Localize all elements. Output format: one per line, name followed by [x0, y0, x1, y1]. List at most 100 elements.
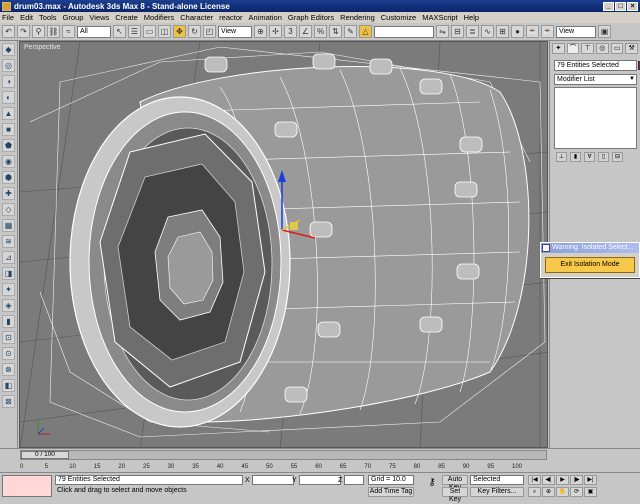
goto-end-icon[interactable]: ▶| — [584, 475, 597, 485]
select-and-rotate-icon[interactable]: ↻ — [188, 25, 201, 38]
menu-views[interactable]: Views — [89, 13, 109, 22]
auto-key-button[interactable]: Auto Key — [442, 475, 468, 491]
tool-icon-6[interactable]: ■ — [2, 123, 15, 136]
snaps-toggle-icon[interactable]: 3 — [284, 25, 297, 38]
tool-icon-3[interactable]: ◑ — [2, 75, 15, 88]
pin-stack-icon[interactable]: ⊥ — [556, 152, 567, 162]
perspective-viewport[interactable]: Perspective — [19, 41, 548, 448]
minimize-button[interactable]: _ — [603, 1, 614, 11]
key-icon[interactable]: ⚷ — [425, 477, 439, 493]
exit-isolation-mode-button[interactable]: Exit Isolation Mode — [545, 257, 635, 273]
orbit-icon[interactable]: ⟳ — [570, 487, 583, 497]
tool-icon-12[interactable]: ▦ — [2, 219, 15, 232]
window-crossing-icon[interactable]: ◫ — [158, 25, 171, 38]
menu-create[interactable]: Create — [115, 13, 138, 22]
tool-icon-14[interactable]: ⊿ — [2, 251, 15, 264]
named-selection-sets-icon[interactable]: △ — [359, 25, 372, 38]
zoom-icon[interactable]: ⌕ — [528, 487, 541, 497]
menu-animation[interactable]: Animation — [249, 13, 282, 22]
menu-rendering[interactable]: Rendering — [340, 13, 375, 22]
tool-icon-7[interactable]: ⬟ — [2, 139, 15, 152]
quick-render-icon[interactable]: ☕ — [541, 25, 554, 38]
selection-filter-dropdown[interactable]: All — [77, 25, 111, 38]
menu-group[interactable]: Group — [63, 13, 84, 22]
tool-icon-16[interactable]: ✦ — [2, 283, 15, 296]
select-by-name-icon[interactable]: ☰ — [128, 25, 141, 38]
close-button[interactable]: × — [627, 1, 638, 11]
tool-icon-18[interactable]: ▮ — [2, 315, 15, 328]
render-scene-icon[interactable]: ☕ — [526, 25, 539, 38]
menu-modifiers[interactable]: Modifiers — [144, 13, 174, 22]
play-icon[interactable]: ▶ — [556, 475, 569, 485]
key-mode-dropdown[interactable]: Selected — [470, 475, 524, 485]
hierarchy-tab-icon[interactable]: ⊤ — [581, 43, 595, 54]
tool-icon-22[interactable]: ◧ — [2, 379, 15, 392]
select-object-icon[interactable]: ↖ — [113, 25, 126, 38]
align-icon[interactable]: ⊟ — [451, 25, 464, 38]
redo-icon[interactable]: ↷ — [17, 25, 30, 38]
time-slider-thumb[interactable]: 0 / 100 — [21, 451, 69, 459]
tool-icon-11[interactable]: ◇ — [2, 203, 15, 216]
tool-icon-21[interactable]: ⊗ — [2, 363, 15, 376]
maxscript-listener[interactable] — [2, 475, 52, 497]
viewport-label[interactable]: Perspective — [24, 44, 61, 51]
display-tab-icon[interactable]: ▭ — [610, 43, 624, 54]
z-field[interactable] — [344, 475, 365, 485]
menu-help[interactable]: Help — [464, 13, 479, 22]
maximize-viewport-icon[interactable]: ▣ — [584, 487, 597, 497]
menu-character[interactable]: Character — [180, 13, 213, 22]
select-and-scale-icon[interactable]: ◰ — [203, 25, 216, 38]
app-icon[interactable] — [2, 1, 11, 11]
tool-icon-8[interactable]: ◉ — [2, 155, 15, 168]
configure-modifier-sets-icon[interactable]: ⊟ — [612, 152, 623, 162]
render-type-dropdown[interactable]: View — [556, 25, 596, 38]
select-and-manipulate-icon[interactable]: ✢ — [269, 25, 282, 38]
unlink-icon[interactable]: ⛓ — [47, 25, 60, 38]
isolation-dialog-title[interactable]: Warning: Isolated Select... — [541, 243, 639, 253]
tool-icon-23[interactable]: ⊠ — [2, 395, 15, 408]
percent-snap-icon[interactable]: % — [314, 25, 327, 38]
menu-maxscript[interactable]: MAXScript — [422, 13, 457, 22]
motion-tab-icon[interactable]: ◎ — [596, 43, 609, 54]
rectangular-selection-icon[interactable]: ▭ — [143, 25, 156, 38]
tool-icon-2[interactable]: ◎ — [2, 59, 15, 72]
y-field[interactable] — [298, 475, 341, 485]
edit-named-selections-icon[interactable]: ✎ — [344, 25, 357, 38]
tool-icon-20[interactable]: ⊙ — [2, 347, 15, 360]
tool-icon-5[interactable]: ▲ — [2, 107, 15, 120]
menu-file[interactable]: File — [2, 13, 14, 22]
modify-tab-icon[interactable]: ⌒ — [566, 43, 580, 54]
spinner-snap-icon[interactable]: ⇅ — [329, 25, 342, 38]
previous-frame-icon[interactable]: ◀| — [542, 475, 555, 485]
time-slider[interactable]: 0 / 100 — [20, 450, 547, 460]
add-time-tag-button[interactable]: Add Time Tag — [368, 487, 414, 497]
render-last-icon[interactable]: ▣ — [598, 25, 611, 38]
menu-reactor[interactable]: reactor — [219, 13, 242, 22]
layer-manager-icon[interactable]: ≣ — [466, 25, 479, 38]
key-filters-button[interactable]: Key Filters... — [470, 487, 524, 497]
modifier-stack[interactable] — [554, 87, 637, 149]
menu-customize[interactable]: Customize — [381, 13, 416, 22]
menu-graph-editors[interactable]: Graph Editors — [288, 13, 334, 22]
select-and-move-icon[interactable]: ✥ — [173, 25, 186, 38]
zoom-all-icon[interactable]: ⊕ — [542, 487, 555, 497]
pivot-center-icon[interactable]: ⊕ — [254, 25, 267, 38]
menu-edit[interactable]: Edit — [20, 13, 33, 22]
menu-tools[interactable]: Tools — [39, 13, 57, 22]
tool-icon-15[interactable]: ◨ — [2, 267, 15, 280]
modifier-list-dropdown[interactable]: Modifier List ▼ — [554, 74, 637, 85]
x-field[interactable] — [251, 475, 294, 485]
undo-icon[interactable]: ↶ — [2, 25, 15, 38]
tool-icon-13[interactable]: ≋ — [2, 235, 15, 248]
utilities-tab-icon[interactable]: ⚒ — [625, 43, 639, 54]
show-end-result-icon[interactable]: ▮ — [570, 152, 581, 162]
tool-icon-10[interactable]: ✚ — [2, 187, 15, 200]
bind-space-warp-icon[interactable]: ≈ — [62, 25, 75, 38]
make-unique-icon[interactable]: ∀ — [584, 152, 595, 162]
track-bar[interactable]: 0 5 10 15 20 25 30 35 40 45 50 55 60 65 70 75 80 85 90 95 10… — [20, 461, 547, 472]
remove-modifier-icon[interactable]: ▯ — [598, 152, 609, 162]
mirror-icon[interactable]: ⇋ — [436, 25, 449, 38]
tool-icon-1[interactable]: ◆ — [2, 43, 15, 56]
pan-icon[interactable]: ✋ — [556, 487, 569, 497]
next-frame-icon[interactable]: |▶ — [570, 475, 583, 485]
